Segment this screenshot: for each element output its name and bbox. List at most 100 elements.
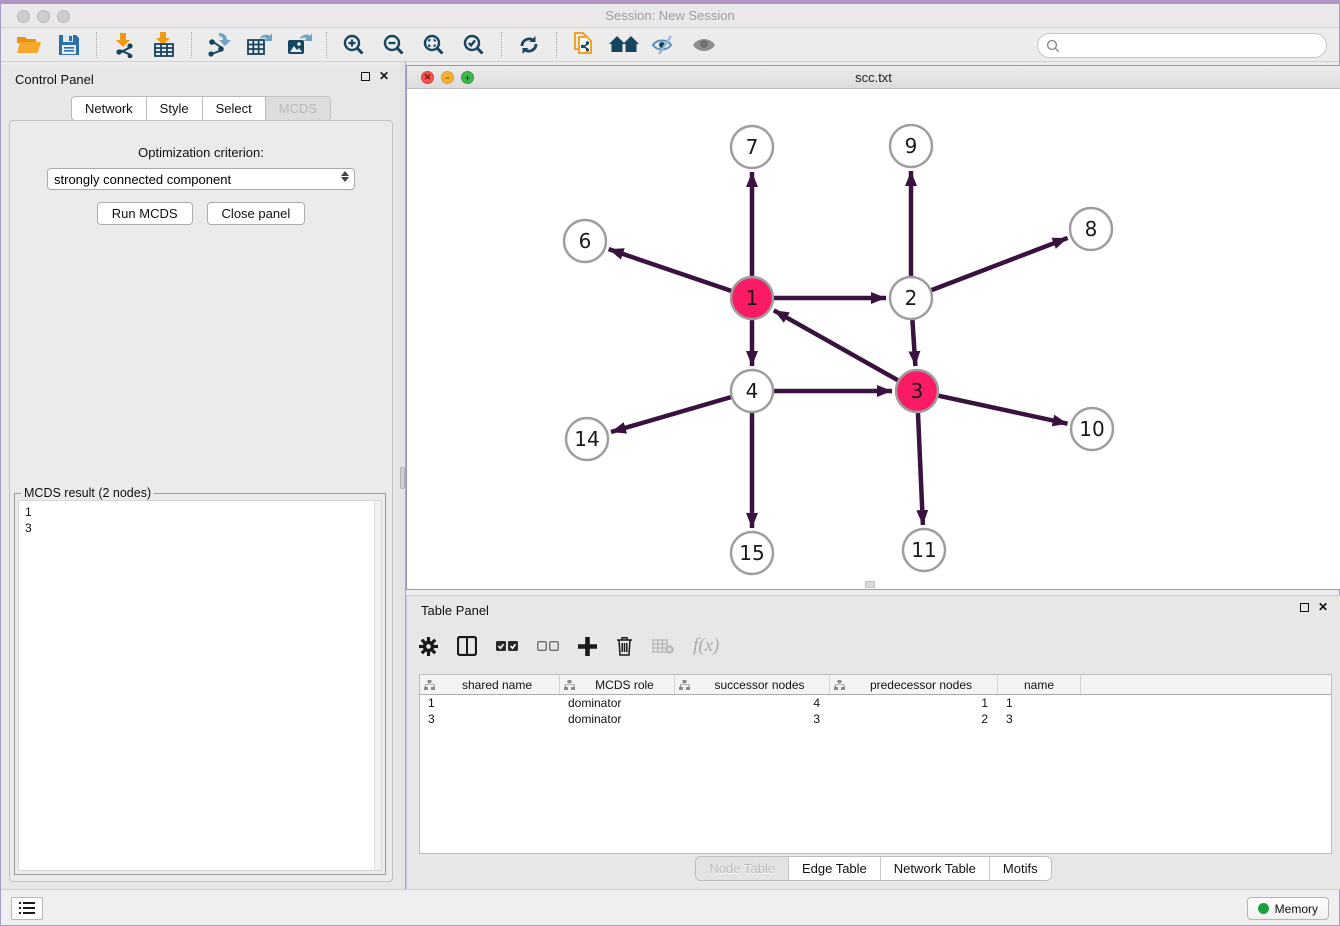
graph-node-8[interactable]: 8 — [1070, 208, 1112, 250]
table-cell[interactable]: 3 — [675, 712, 830, 726]
zoom-out-icon[interactable] — [374, 30, 414, 60]
import-table-icon[interactable] — [144, 30, 184, 60]
table-panel-title: Table Panel — [421, 603, 489, 618]
network-window-titlebar[interactable]: ✕ − + scc.txt — [407, 66, 1340, 89]
table-cell[interactable]: 3 — [998, 712, 1081, 726]
graph-edge-4-14[interactable] — [611, 397, 731, 432]
svg-text:6: 6 — [579, 229, 592, 253]
graph-edge-3-1[interactable] — [774, 310, 898, 380]
control-panel-title: Control Panel — [15, 72, 94, 87]
graph-node-14[interactable]: 14 — [566, 418, 608, 460]
divider-grip[interactable] — [400, 467, 405, 489]
toolbar-separator — [326, 32, 327, 58]
close-table-panel-icon[interactable]: ✕ — [1318, 603, 1328, 612]
close-panel-icon[interactable]: ✕ — [379, 72, 389, 81]
network-resize-grip[interactable] — [865, 581, 875, 588]
table-row[interactable]: 1dominator411 — [420, 695, 1331, 711]
float-table-panel-icon[interactable] — [1300, 603, 1309, 612]
hide-graphics-details-icon[interactable] — [644, 30, 684, 60]
mcds-result-text[interactable]: 13 — [18, 500, 382, 871]
delete-column-trash-icon[interactable] — [616, 636, 633, 656]
select-all-columns-icon[interactable] — [496, 640, 518, 652]
memory-button[interactable]: Memory — [1247, 897, 1329, 920]
tab-motifs[interactable]: Motifs — [990, 857, 1051, 880]
graph-node-10[interactable]: 10 — [1071, 408, 1113, 450]
show-graphics-details-icon[interactable] — [684, 30, 724, 60]
graph-edge-3-10[interactable] — [938, 396, 1067, 424]
table-tabs: Node TableEdge TableNetwork TableMotifs — [695, 856, 1051, 881]
column-header-MCDS-role[interactable]: MCDS role — [560, 675, 675, 694]
column-header-successor-nodes[interactable]: successor nodes — [675, 675, 830, 694]
search-field[interactable] — [1037, 33, 1327, 58]
refresh-layout-icon[interactable] — [509, 30, 549, 60]
add-column-icon[interactable] — [578, 637, 597, 656]
mcds-result-title: MCDS result (2 nodes) — [21, 486, 154, 500]
graph-node-3[interactable]: 3 — [896, 370, 938, 412]
select-stepper-icon — [341, 171, 349, 182]
criterion-value: strongly connected component — [54, 172, 231, 187]
graph-node-11[interactable]: 11 — [903, 529, 945, 571]
titlebar: Session: New Session — [1, 4, 1339, 28]
zoom-in-icon[interactable] — [334, 30, 374, 60]
float-panel-icon[interactable] — [361, 72, 370, 81]
graph-edge-2-8[interactable] — [932, 238, 1068, 290]
column-header-shared-name[interactable]: shared name — [420, 675, 560, 694]
column-layout-icon[interactable] — [457, 636, 477, 656]
column-header-name[interactable]: name — [998, 675, 1081, 694]
svg-text:11: 11 — [911, 538, 936, 562]
deselect-all-columns-icon[interactable] — [537, 640, 559, 652]
result-scrollbar[interactable] — [374, 501, 381, 870]
tab-style[interactable]: Style — [147, 96, 203, 121]
criterion-select[interactable]: strongly connected component — [47, 168, 355, 190]
svg-text:7: 7 — [746, 135, 759, 159]
graph-node-2[interactable]: 2 — [890, 277, 932, 319]
tab-select[interactable]: Select — [203, 96, 266, 121]
export-network-icon[interactable] — [199, 30, 239, 60]
export-image-icon[interactable] — [279, 30, 319, 60]
graph-node-9[interactable]: 9 — [890, 125, 932, 167]
table-cell[interactable]: 1 — [998, 696, 1081, 710]
graph-node-1[interactable]: 1 — [731, 277, 773, 319]
zoom-fit-icon[interactable] — [414, 30, 454, 60]
main-toolbar — [1, 28, 1339, 62]
table-cell[interactable]: 2 — [830, 712, 998, 726]
tab-node-table[interactable]: Node Table — [696, 857, 789, 880]
run-mcds-button[interactable]: Run MCDS — [97, 202, 193, 225]
column-header-predecessor-nodes[interactable]: predecessor nodes — [830, 675, 998, 694]
graph-node-6[interactable]: 6 — [564, 220, 606, 262]
graph-edge-2-3[interactable] — [912, 320, 915, 366]
clone-network-icon[interactable] — [564, 30, 604, 60]
graph-node-7[interactable]: 7 — [731, 126, 773, 168]
mcds-panel: Optimization criterion: strongly connect… — [9, 120, 393, 882]
graph-node-4[interactable]: 4 — [731, 370, 773, 412]
table-cell[interactable]: 1 — [830, 696, 998, 710]
save-session-icon[interactable] — [49, 30, 89, 60]
export-table-icon[interactable] — [239, 30, 279, 60]
list-icon — [19, 902, 35, 915]
zoom-selected-icon[interactable] — [454, 30, 494, 60]
table-cell[interactable]: 3 — [420, 712, 560, 726]
close-panel-button[interactable]: Close panel — [207, 202, 306, 225]
network-canvas[interactable]: 7 9 6 8 1 2 4 3 14 10 15 11 — [407, 89, 1340, 589]
table-cell[interactable]: dominator — [560, 712, 675, 726]
table-cell[interactable]: 1 — [420, 696, 560, 710]
table-cell[interactable]: 4 — [675, 696, 830, 710]
graph-edge-1-6[interactable] — [609, 249, 732, 291]
memory-status-icon — [1258, 903, 1269, 914]
table-settings-gear-icon[interactable] — [419, 637, 438, 656]
graph-edge-3-11[interactable] — [918, 413, 923, 525]
open-session-icon[interactable] — [9, 30, 49, 60]
tab-network[interactable]: Network — [71, 96, 147, 121]
network-view-window: ✕ − + scc.txt 7 9 6 8 1 2 4 3 14 10 15 11 — [406, 65, 1340, 590]
tab-edge-table[interactable]: Edge Table — [789, 857, 881, 880]
tab-mcds[interactable]: MCDS — [266, 96, 331, 121]
graph-node-15[interactable]: 15 — [731, 532, 773, 574]
search-input[interactable] — [1060, 39, 1326, 53]
task-history-button[interactable] — [11, 897, 43, 920]
table-row[interactable]: 3dominator323 — [420, 711, 1331, 727]
import-network-icon[interactable] — [104, 30, 144, 60]
table-cell[interactable]: dominator — [560, 696, 675, 710]
home-layout-icon[interactable] — [604, 30, 644, 60]
node-table: shared nameMCDS rolesuccessor nodesprede… — [419, 674, 1332, 854]
tab-network-table[interactable]: Network Table — [881, 857, 990, 880]
